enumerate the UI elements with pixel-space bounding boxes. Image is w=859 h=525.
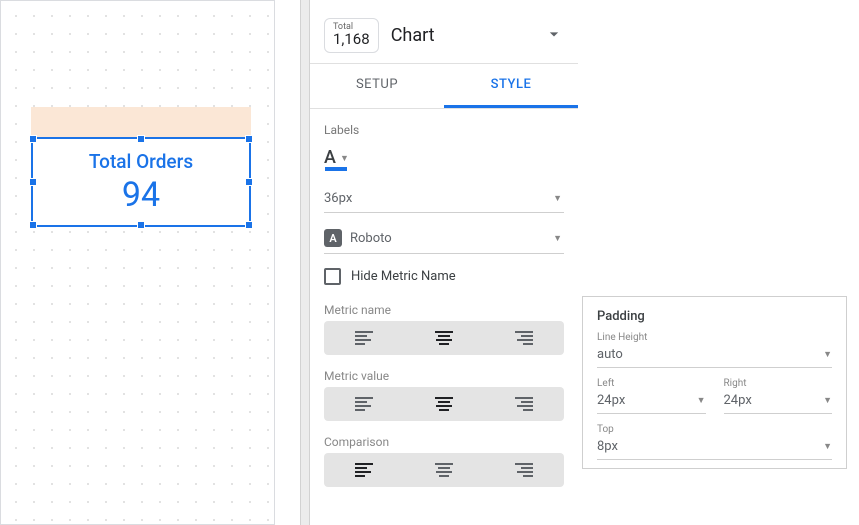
chip-value: 1,168 [333,32,370,48]
line-height-value: auto [597,347,623,362]
scorecard-chart-selected[interactable]: Total Orders 94 [31,137,251,227]
scorecard-metric-name: Total Orders [89,150,193,173]
font-badge-icon: A [324,229,342,247]
align-right-button[interactable] [484,453,564,487]
padding-top-label: Top [597,424,832,435]
panel-tabs: SETUP STYLE [310,64,578,109]
metric-name-align-label: Metric name [324,303,564,317]
padding-left-label: Left [597,378,706,389]
dropdown-triangle-icon: ▼ [823,349,832,360]
padding-left-value: 24px [597,393,625,408]
canvas-page[interactable]: Total Orders 94 [0,0,275,525]
font-color-picker[interactable]: A ▼ [324,149,349,171]
header-placeholder-block[interactable] [31,107,251,137]
font-family-value: Roboto [350,231,392,246]
resize-handle-top-left[interactable] [29,135,37,143]
resize-handle-middle-left[interactable] [29,178,37,186]
align-center-button[interactable] [404,387,484,421]
hide-metric-name-label: Hide Metric Name [351,269,456,284]
chart-type-title: Chart [391,25,532,46]
align-center-button[interactable] [404,321,484,355]
hide-metric-name-checkbox[interactable] [324,268,341,285]
resize-handle-middle-right[interactable] [245,178,253,186]
labels-heading: Labels [324,123,564,137]
chart-type-selector[interactable]: Total 1,168 Chart [310,0,578,64]
comparison-align-label: Comparison [324,435,564,449]
labels-section: Labels A ▼ 36px ▼ A Roboto ▼ Hide Metric… [310,109,578,487]
font-size-dropdown[interactable]: 36px ▼ [324,185,564,213]
properties-panel: Total 1,168 Chart SETUP STYLE Labels A ▼… [310,0,578,525]
align-left-icon [355,331,373,345]
line-height-label: Line Height [597,332,832,343]
dropdown-triangle-icon: ▼ [553,193,562,204]
align-center-icon [435,463,453,477]
comparison-align-group [324,453,564,487]
align-left-icon [355,463,373,477]
align-left-icon [355,397,373,411]
align-right-icon [515,331,533,345]
canvas-panel-divider[interactable] [300,0,310,525]
dropdown-triangle-icon: ▼ [340,153,349,164]
align-left-button[interactable] [324,453,404,487]
font-size-value: 36px [324,191,352,206]
dropdown-triangle-icon: ▼ [823,441,832,452]
align-right-button[interactable] [484,321,564,355]
padding-top-dropdown[interactable]: 8px ▼ [597,436,832,460]
report-canvas[interactable]: Total Orders 94 [0,0,300,525]
font-color-a-glyph: A [324,149,336,167]
padding-left-dropdown[interactable]: 24px ▼ [597,390,706,414]
resize-handle-bottom-middle[interactable] [137,221,145,229]
align-center-icon [435,397,453,411]
line-height-dropdown[interactable]: auto ▼ [597,344,832,368]
align-right-icon [515,463,533,477]
hide-metric-name-row[interactable]: Hide Metric Name [324,254,564,297]
dropdown-triangle-icon: ▼ [553,233,562,244]
dropdown-triangle-icon: ▼ [697,395,706,406]
align-right-icon [515,397,533,411]
align-right-button[interactable] [484,387,564,421]
padding-right-label: Right [724,378,833,389]
chart-type-chip-scorecard[interactable]: Total 1,168 [324,18,379,53]
tab-setup[interactable]: SETUP [310,64,444,108]
tab-style[interactable]: STYLE [444,64,578,108]
resize-handle-bottom-right[interactable] [245,221,253,229]
resize-handle-bottom-left[interactable] [29,221,37,229]
align-center-button[interactable] [404,453,484,487]
chevron-down-icon [544,24,564,48]
align-left-button[interactable] [324,387,404,421]
metric-value-align-label: Metric value [324,369,564,383]
metric-value-align-group [324,387,564,421]
padding-right-value: 24px [724,393,752,408]
scorecard-metric-value: 94 [122,175,160,215]
font-family-dropdown[interactable]: A Roboto ▼ [324,223,564,254]
font-color-swatch [325,167,347,171]
dropdown-triangle-icon: ▼ [823,395,832,406]
align-left-button[interactable] [324,321,404,355]
metric-name-align-group [324,321,564,355]
padding-top-value: 8px [597,439,618,454]
resize-handle-top-right[interactable] [245,135,253,143]
align-center-icon [435,331,453,345]
padding-right-dropdown[interactable]: 24px ▼ [724,390,833,414]
padding-popup: Padding Line Height auto ▼ Left 24px ▼ R… [582,296,847,469]
resize-handle-top-middle[interactable] [137,135,145,143]
padding-title: Padding [597,309,832,324]
